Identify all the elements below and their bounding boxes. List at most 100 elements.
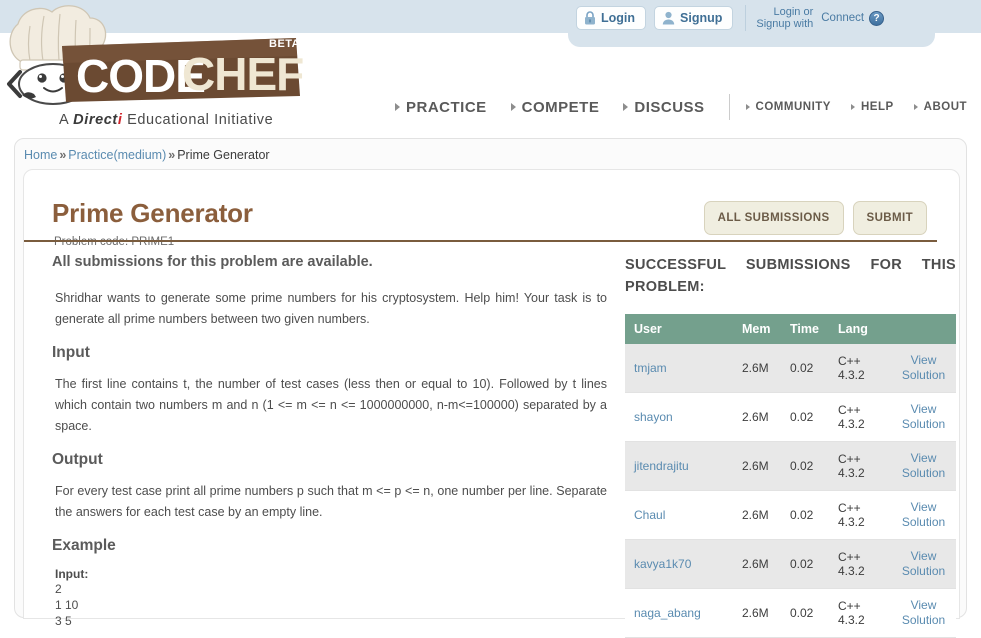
tagline-pre: A [59, 112, 69, 128]
submit-button[interactable]: SUBMIT [852, 201, 927, 235]
breadcrumb-separator: » [168, 148, 176, 162]
input-description: The first line contains t, the number of… [55, 377, 607, 433]
cell-mem: 2.6M [733, 588, 781, 638]
column-header-user: User [625, 314, 733, 344]
example-input-line: 2 [55, 582, 62, 596]
table-row: kavya1k70 2.6M 0.02 C++ 4.3.2 View Solution [625, 539, 956, 589]
breadcrumb-home[interactable]: Home [24, 148, 57, 162]
logo-tagline: A Directi Educational Initiative [59, 112, 273, 128]
example-input-line: 3 5 [55, 614, 72, 628]
submissions-title: SUCCESSFUL SUBMISSIONS FOR THIS PROBLEM: [625, 254, 956, 298]
user-link[interactable]: jitendrajitu [634, 459, 689, 473]
signup-button[interactable]: Signup [654, 6, 734, 30]
cell-mem: 2.6M [733, 490, 781, 540]
user-link[interactable]: shayon [634, 410, 673, 424]
nav-label-about: ABOUT [923, 101, 968, 113]
nav-label-compete: COMPETE [521, 98, 600, 116]
title-divider [24, 240, 937, 242]
cell-time: 0.02 [781, 490, 829, 540]
svg-text:BETA: BETA [269, 38, 300, 50]
table-row: jitendrajitu 2.6M 0.02 C++ 4.3.2 View Solution [625, 441, 956, 491]
cell-view-solution: View Solution [891, 344, 956, 393]
auth-divider [745, 5, 747, 31]
submissions-table: User Mem Time Lang tmjam 2.6M 0.02 C++ 4.3.2… [625, 314, 956, 638]
breadcrumb-practice[interactable]: Practice(medium) [68, 148, 166, 162]
cell-lang: C++ 4.3.2 [829, 539, 891, 589]
nav-label-discuss: DISCUSS [634, 98, 705, 116]
table-row: Chaul 2.6M 0.02 C++ 4.3.2 View Solution [625, 490, 956, 540]
codechef-logo-graphic: CODE CHEF BETA [7, 5, 304, 105]
lock-icon [585, 11, 595, 25]
cell-user: shayon [625, 392, 733, 442]
auth-panel: Login Signup Login or Signup with Connec… [568, 0, 935, 47]
view-solution-link[interactable]: View Solution [902, 451, 945, 481]
cell-time: 0.02 [781, 392, 829, 442]
login-or-line2: Signup with [756, 18, 814, 30]
nav-item-practice[interactable]: PRACTICE [395, 99, 487, 116]
two-column-layout: All submissions for this problem are ava… [52, 254, 965, 638]
cell-user: jitendrajitu [625, 441, 733, 491]
problem-statement-column: All submissions for this problem are ava… [52, 254, 625, 638]
cell-lang: C++ 4.3.2 [829, 588, 891, 638]
chevron-right-icon [745, 104, 750, 110]
cell-time: 0.02 [781, 344, 829, 393]
user-link[interactable]: tmjam [634, 361, 667, 375]
main-navigation: PRACTICE COMPETE DISCUSS COMMUNITY HELP … [395, 94, 981, 120]
column-header-mem: Mem [733, 314, 781, 344]
nav-item-help[interactable]: HELP [850, 101, 894, 113]
problem-header: Prime Generator Problem code: PRIME1 ALL… [52, 198, 931, 260]
user-link[interactable]: Chaul [634, 508, 665, 522]
cell-mem: 2.6M [733, 392, 781, 442]
user-icon [662, 11, 675, 25]
cell-mem: 2.6M [733, 539, 781, 589]
cell-lang: C++ 4.3.2 [829, 392, 891, 442]
cell-time: 0.02 [781, 539, 829, 589]
nav-item-community[interactable]: COMMUNITY [745, 101, 831, 113]
connect-help-icon[interactable]: ? [869, 10, 885, 26]
tagline-post: Educational Initiative [127, 112, 274, 128]
cell-mem: 2.6M [733, 441, 781, 491]
output-heading: Output [52, 451, 103, 468]
cell-lang: C++ 4.3.2 [829, 441, 891, 491]
nav-divider [728, 94, 730, 120]
connect-label: Connect [821, 12, 865, 24]
cell-view-solution: View Solution [891, 588, 956, 638]
submissions-table-body: tmjam 2.6M 0.02 C++ 4.3.2 View Solution shayon 2… [625, 344, 956, 638]
submissions-title-text: SUCCESSFUL SUBMISSIONS FOR THIS PROBLEM: [625, 257, 956, 295]
view-solution-link[interactable]: View Solution [902, 598, 945, 628]
cell-view-solution: View Solution [891, 539, 956, 589]
codechef-logo[interactable]: CODE CHEF BETA A Directi Educational Ini… [4, 0, 304, 132]
cell-user: Chaul [625, 490, 733, 540]
user-link[interactable]: kavya1k70 [634, 557, 691, 571]
view-solution-link[interactable]: View Solution [902, 353, 945, 383]
cell-user: tmjam [625, 344, 733, 393]
chevron-right-icon [913, 104, 918, 110]
chevron-right-icon [510, 103, 516, 111]
nav-item-compete[interactable]: COMPETE [510, 98, 600, 116]
view-solution-link[interactable]: View Solution [902, 549, 945, 579]
tagline-brand-i: i [117, 112, 123, 128]
view-solution-link[interactable]: View Solution [902, 402, 945, 432]
breadcrumb-separator: » [59, 148, 67, 162]
output-description: For every test case print all prime numb… [55, 484, 607, 519]
login-button-label: Login [601, 11, 636, 25]
cell-lang: C++ 4.3.2 [829, 490, 891, 540]
all-submissions-button[interactable]: ALL SUBMISSIONS [703, 201, 844, 235]
login-button[interactable]: Login [576, 6, 647, 30]
example-input-line: 1 10 [55, 598, 79, 612]
table-row: naga_abang 2.6M 0.02 C++ 4.3.2 View Solution [625, 588, 956, 638]
input-heading: Input [52, 344, 90, 361]
signup-button-label: Signup [680, 11, 723, 25]
column-header-view [891, 314, 956, 344]
chevron-right-icon [850, 104, 855, 110]
nav-item-discuss[interactable]: DISCUSS [623, 99, 704, 116]
breadcrumb: Home» Practice(medium)» Prime Generator [24, 148, 270, 162]
view-solution-link[interactable]: View Solution [902, 500, 945, 530]
chevron-right-icon [623, 103, 629, 111]
cell-view-solution: View Solution [891, 392, 956, 442]
example-input-label: Input: [55, 567, 89, 581]
nav-item-about[interactable]: ABOUT [913, 101, 968, 113]
breadcrumb-current: Prime Generator [177, 148, 270, 162]
login-or-signup-with-label: Login or Signup with [756, 6, 813, 30]
problem-statement: Shridhar wants to generate some prime nu… [55, 291, 607, 326]
